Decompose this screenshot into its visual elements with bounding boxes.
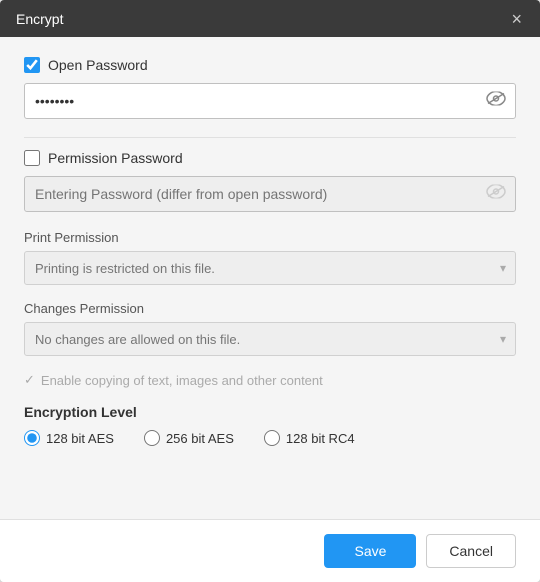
radio-128rc4-label: 128 bit RC4	[286, 431, 355, 446]
permission-password-input[interactable]	[24, 176, 516, 212]
title-bar: Encrypt ×	[0, 0, 540, 37]
open-password-section: Open Password	[24, 57, 516, 119]
dialog-title: Encrypt	[16, 11, 63, 27]
save-button[interactable]: Save	[324, 534, 416, 568]
open-password-input[interactable]	[24, 83, 516, 119]
radio-128aes-label: 128 bit AES	[46, 431, 114, 446]
divider-1	[24, 137, 516, 138]
radio-256aes-label: 256 bit AES	[166, 431, 234, 446]
open-password-eye-icon[interactable]	[486, 92, 506, 111]
permission-password-checkbox-row: Permission Password	[24, 150, 516, 166]
changes-permission-label: Changes Permission	[24, 301, 516, 316]
print-permission-input	[24, 251, 516, 285]
print-permission-label: Print Permission	[24, 230, 516, 245]
copy-permission-label: Enable copying of text, images and other…	[41, 373, 323, 388]
open-password-label[interactable]: Open Password	[48, 57, 148, 73]
radio-256aes[interactable]: 256 bit AES	[144, 430, 234, 446]
permission-password-field-wrapper	[24, 176, 516, 212]
print-permission-select-wrapper: ▾	[24, 251, 516, 285]
encryption-level-title: Encryption Level	[24, 404, 516, 420]
permission-password-section: Permission Password	[24, 150, 516, 212]
open-password-checkbox-row: Open Password	[24, 57, 516, 73]
encryption-radio-group: 128 bit AES 256 bit AES 128 bit RC4	[24, 430, 516, 446]
encrypt-dialog: Encrypt × Open Password	[0, 0, 540, 582]
dialog-content: Open Password Permission Password	[0, 37, 540, 519]
radio-128aes[interactable]: 128 bit AES	[24, 430, 114, 446]
dialog-footer: Save Cancel	[0, 519, 540, 582]
radio-128rc4[interactable]: 128 bit RC4	[264, 430, 355, 446]
permission-password-checkbox[interactable]	[24, 150, 40, 166]
copy-permission-row: ✓ Enable copying of text, images and oth…	[24, 372, 516, 388]
permission-password-label[interactable]: Permission Password	[48, 150, 183, 166]
permission-password-eye-icon	[486, 185, 506, 204]
radio-256aes-input[interactable]	[144, 430, 160, 446]
encryption-level-section: Encryption Level 128 bit AES 256 bit AES…	[24, 404, 516, 446]
copy-check-icon: ✓	[24, 372, 35, 388]
close-button[interactable]: ×	[509, 10, 524, 28]
cancel-button[interactable]: Cancel	[426, 534, 516, 568]
changes-permission-section: Changes Permission ▾	[24, 301, 516, 356]
changes-permission-select-wrapper: ▾	[24, 322, 516, 356]
radio-128rc4-input[interactable]	[264, 430, 280, 446]
open-password-checkbox[interactable]	[24, 57, 40, 73]
open-password-field-wrapper	[24, 83, 516, 119]
changes-permission-input	[24, 322, 516, 356]
print-permission-section: Print Permission ▾	[24, 230, 516, 285]
radio-128aes-input[interactable]	[24, 430, 40, 446]
